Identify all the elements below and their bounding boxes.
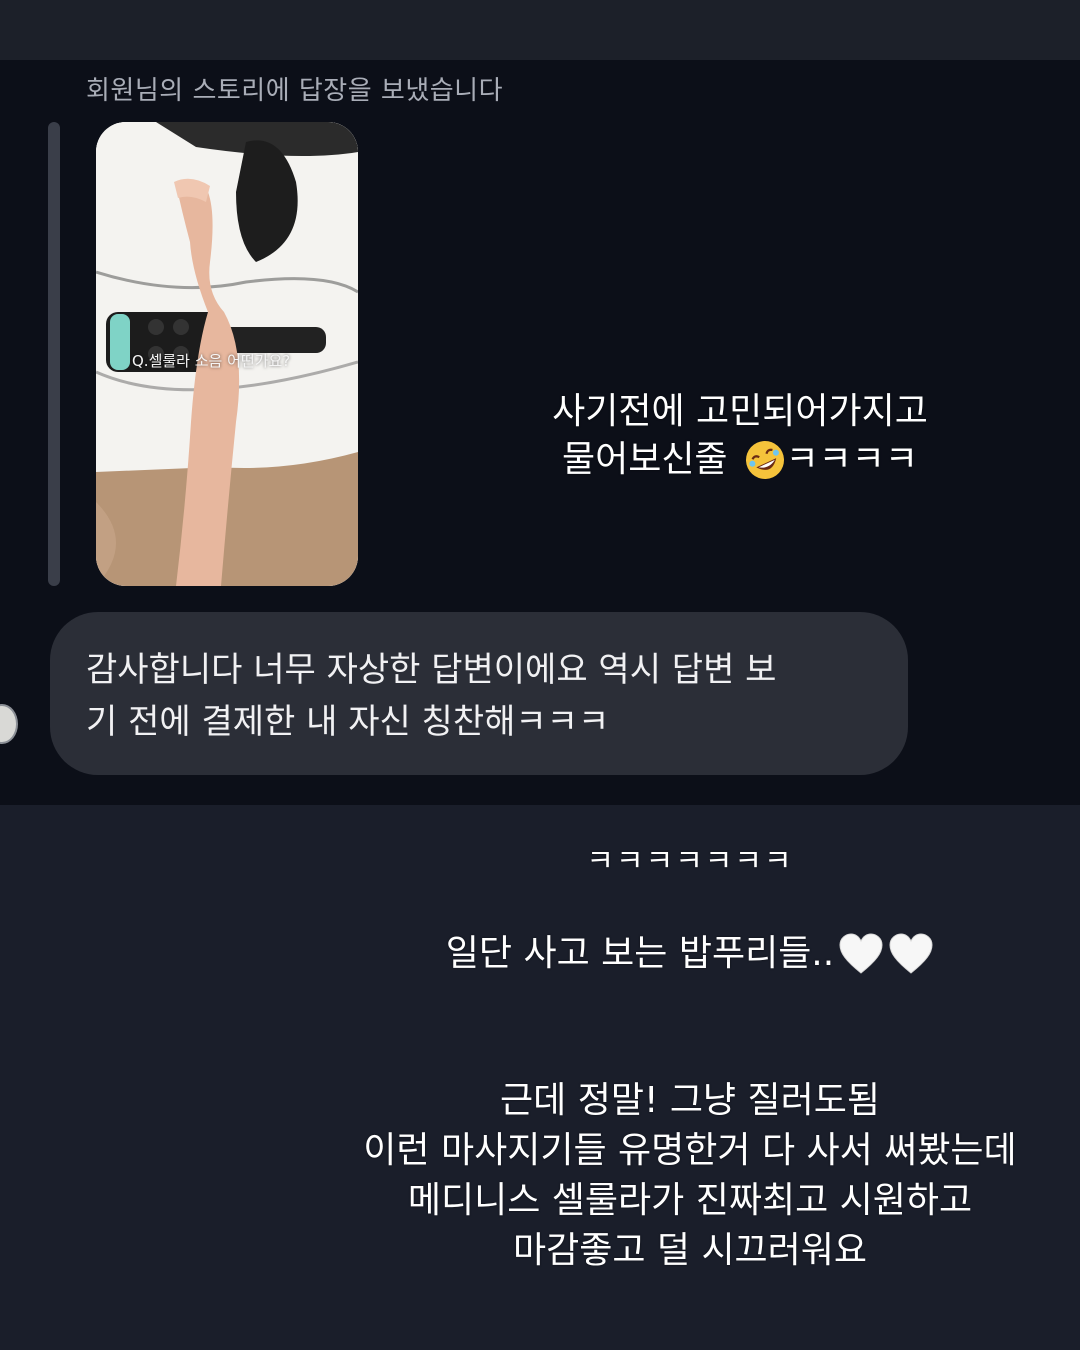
message-bubble[interactable]: 감사합니다 너무 자상한 답변이에요 역시 답변 보 기 전에 결제한 내 자신… (50, 612, 908, 775)
white-heart-icon (889, 933, 933, 974)
overlay-caption-4: 근데 정말! 그냥 질러도됨 이런 마사지기들 유명한거 다 사서 써봤는데 메… (330, 1076, 1050, 1276)
story-caption: Q.셀룰라 소음 어떤가요? (132, 352, 291, 370)
overlay-caption-2: ㅋㅋㅋㅋㅋㅋㅋ (586, 844, 794, 879)
rolling-on-floor-laughing-emoji-icon (745, 441, 784, 479)
overlay4-line-2: 이런 마사지기들 유명한거 다 사서 써봤는데 (363, 1130, 1017, 1171)
white-heart-icon (839, 933, 883, 974)
overlay1-line-2-text: 물어보신줄 (561, 439, 728, 480)
overlay4-line-4: 마감좋고 덜 시끄러워요 (512, 1230, 868, 1271)
top-strip (0, 0, 1080, 60)
overlay1-line-2: 물어보신줄 ㅋㅋㅋㅋ (520, 436, 960, 484)
story-reply-header: 회원님의 스토리에 답장을 보냈습니다 (86, 76, 504, 106)
reply-indicator-bar (48, 122, 60, 586)
overlay-caption-1: 사기전에 고민되어가지고 물어보신줄 ㅋㅋㅋㅋ (520, 388, 960, 484)
overlay3-text: 일단 사고 보는 밥푸리들.. (445, 933, 835, 974)
overlay-caption-3: 일단 사고 보는 밥푸리들.. (400, 930, 980, 978)
overlay4-line-1: 근데 정말! 그냥 질러도됨 (500, 1080, 880, 1121)
overlay1-line-1: 사기전에 고민되어가지고 (552, 391, 928, 432)
overlay1-line-2-laugh: ㅋㅋㅋㅋ (785, 439, 919, 480)
message-line-2: 기 전에 결제한 내 자신 칭찬해ㅋㅋㅋ (86, 702, 610, 742)
message-line-1: 감사합니다 너무 자상한 답변이에요 역시 답변 보 (86, 650, 777, 690)
overlay4-line-3: 메디니스 셀룰라가 진짜최고 시원하고 (407, 1180, 973, 1221)
story-thumbnail[interactable]: Q.셀룰라 소음 어떤가요? (96, 122, 358, 586)
